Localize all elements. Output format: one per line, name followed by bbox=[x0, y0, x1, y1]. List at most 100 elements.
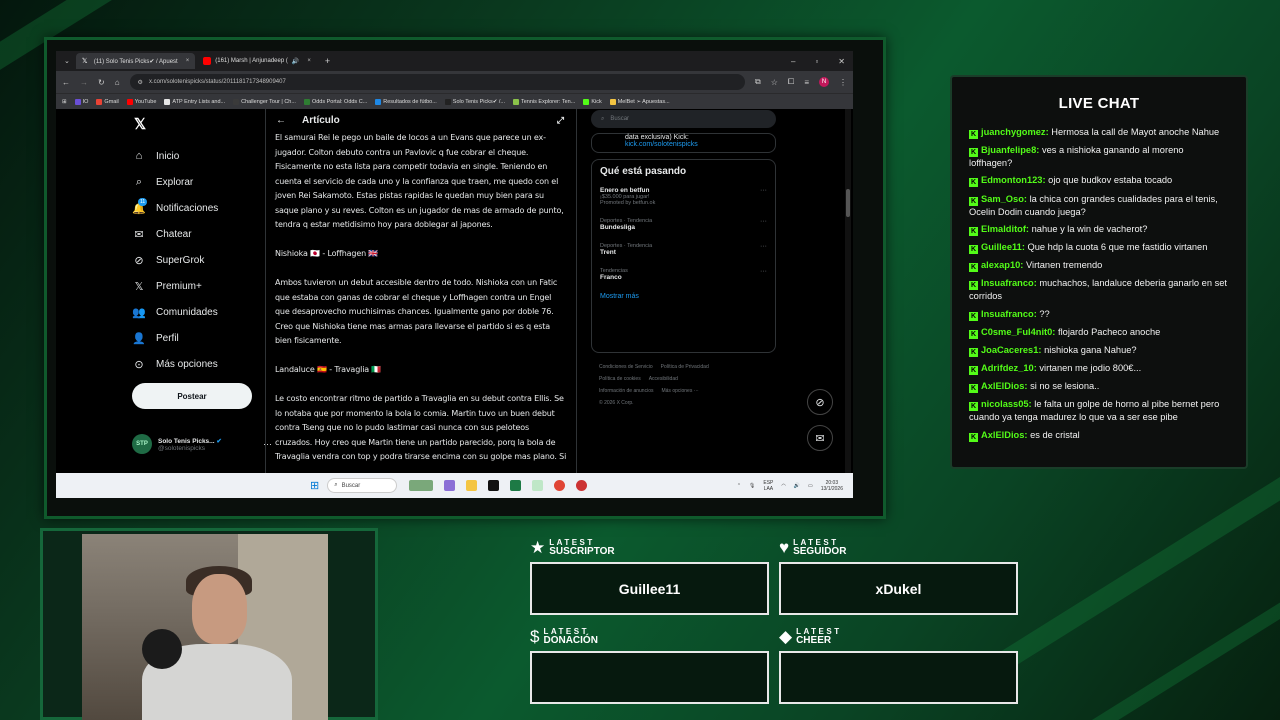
bookmark-item[interactable]: MelBet ➢ Apuestas... bbox=[609, 98, 670, 105]
taskbar-search[interactable]: ⌕ Buscar bbox=[327, 478, 398, 493]
wifi-icon[interactable]: ◠ bbox=[781, 483, 785, 489]
bookmark-item[interactable]: Odds Portal: Odds C... bbox=[303, 98, 367, 105]
trend-item[interactable]: Deportes · Tendencia Trent ··· bbox=[600, 243, 767, 256]
more-icon[interactable]: ··· bbox=[760, 243, 767, 250]
more-icon[interactable]: ··· bbox=[760, 187, 767, 194]
chat-username: Insuafranco: bbox=[981, 308, 1037, 319]
article-paragraph: El samurai Rei le pego un baile de locos… bbox=[275, 133, 564, 229]
back-icon[interactable]: ← bbox=[62, 78, 70, 87]
footer-link[interactable]: © 2026 X Corp. bbox=[599, 400, 634, 406]
show-more-link[interactable]: Mostrar más bbox=[600, 293, 767, 300]
latest-seguidor-box: xDukel bbox=[779, 562, 1018, 615]
file-explorer-icon[interactable] bbox=[466, 480, 478, 491]
site-info-icon[interactable]: ⚙ bbox=[138, 79, 143, 86]
bookmark-item[interactable]: Tennis Explorer: Ten... bbox=[512, 98, 575, 105]
expand-icon[interactable]: ⤢ bbox=[557, 115, 564, 126]
bookmark-item[interactable]: IO bbox=[74, 98, 88, 105]
kick-link[interactable]: kick.com/solotenispicks bbox=[625, 141, 775, 148]
trend-item[interactable]: Enero en betfun ¡$35.000 para jugar! Promo… bbox=[600, 187, 767, 206]
minimize-icon[interactable]: – bbox=[791, 57, 795, 66]
new-tab-icon[interactable]: + bbox=[319, 56, 336, 66]
volume-icon[interactable]: 🔊 bbox=[794, 483, 800, 489]
bookmark-star-icon[interactable]: ☆ bbox=[771, 78, 778, 87]
bookmark-item[interactable]: Solo Tenis Picks✔ /... bbox=[444, 98, 505, 105]
bookmark-item[interactable]: Gmail bbox=[96, 98, 119, 105]
chrome-icon[interactable] bbox=[554, 480, 566, 491]
more-icon[interactable]: ··· bbox=[760, 218, 767, 225]
webcam-microphone bbox=[142, 629, 182, 669]
chat-message: K Sam_Oso: la chica con grandes cualidade… bbox=[969, 193, 1228, 218]
grok-icon[interactable]: ⊘ bbox=[807, 389, 833, 415]
tab-search-icon[interactable]: ⌄ bbox=[60, 57, 74, 65]
scrollbar[interactable] bbox=[845, 109, 851, 473]
close-icon[interactable]: × bbox=[186, 58, 190, 64]
copilot-icon[interactable] bbox=[444, 480, 456, 491]
chrome-profile-icon[interactable] bbox=[576, 480, 588, 491]
nav-item-explorar[interactable]: ⌕ Explorar bbox=[132, 169, 272, 195]
apps-grid-icon[interactable]: ⊞ bbox=[62, 99, 67, 105]
clock[interactable]: 20:03 13/1/2026 bbox=[821, 480, 843, 492]
tab-label: (161) Marsh | Anjunadeep ( bbox=[215, 58, 288, 64]
footer-link[interactable]: Información de anuncios bbox=[599, 388, 653, 394]
nav-item-m-s-opciones[interactable]: ⊙ Más opciones bbox=[132, 351, 272, 377]
nav-label: Perfil bbox=[156, 332, 179, 344]
forward-icon[interactable]: → bbox=[80, 78, 88, 87]
browser-tab-active[interactable]: 𝕏 (11) Solo Tenis Picks✔ / Apuest × bbox=[75, 53, 196, 69]
tray-chevron-icon[interactable]: ⌃ bbox=[737, 483, 741, 489]
home-icon[interactable]: ⌂ bbox=[115, 78, 120, 87]
x-left-nav: 𝕏 ⌂ Inicio ⌕ Explorar 🔔 11 Notificaciones ✉ Chat… bbox=[132, 109, 272, 454]
messages-icon[interactable]: ✉ bbox=[807, 425, 833, 451]
nav-item-notificaciones[interactable]: 🔔 11 Notificaciones bbox=[132, 195, 272, 221]
bookmark-item[interactable]: Challenger Tour | Ch... bbox=[233, 98, 296, 105]
mic-icon[interactable]: 🎙 bbox=[749, 483, 755, 489]
reload-icon[interactable]: ↻ bbox=[98, 78, 105, 87]
close-icon[interactable]: × bbox=[307, 58, 311, 64]
install-icon[interactable]: ⧉ bbox=[755, 77, 761, 87]
bookmark-item[interactable]: Resultados de fútbo... bbox=[375, 98, 437, 105]
media-icon[interactable]: ≡ bbox=[804, 78, 809, 87]
search-input[interactable]: ⌕ Buscar bbox=[591, 110, 776, 128]
whatsapp-icon[interactable] bbox=[532, 480, 544, 491]
account-switcher[interactable]: STP Solo Tenis Picks... ✔ @solotenispick… bbox=[132, 434, 272, 454]
browser-tab[interactable]: (161) Marsh | Anjunadeep ( 🔊 × bbox=[197, 53, 317, 69]
excel-icon[interactable] bbox=[510, 480, 522, 491]
footer-link[interactable]: Condiciones de Servicio bbox=[599, 364, 653, 370]
extensions-icon[interactable]: ⧠ bbox=[788, 77, 794, 87]
language-indicator[interactable]: ESP LAA bbox=[763, 480, 773, 492]
footer-link[interactable]: Política de cookies bbox=[599, 376, 641, 382]
menu-icon[interactable]: ⋮ bbox=[839, 78, 847, 87]
tiktok-icon[interactable] bbox=[488, 480, 500, 491]
battery-icon[interactable]: ▭ bbox=[808, 483, 813, 489]
close-window-icon[interactable]: ✕ bbox=[838, 57, 845, 66]
url-field[interactable]: ⚙ x.com/solotenispicks/status/2011181717… bbox=[129, 74, 746, 90]
nav-item-premium-[interactable]: 𝕏 Premium+ bbox=[132, 273, 272, 299]
alert-kind: DONACIÓN bbox=[543, 635, 598, 646]
footer-link[interactable]: Más opciones ··· bbox=[661, 388, 698, 394]
nav-item-comunidades[interactable]: 👥 Comunidades bbox=[132, 299, 272, 325]
chat-message: K C0sme_Ful4nit0: flojardo Pacheco anoche bbox=[969, 326, 1228, 339]
windows-start-icon[interactable]: ⊞ bbox=[310, 479, 319, 492]
scrollbar-thumb[interactable] bbox=[846, 189, 850, 217]
nav-item-chatear[interactable]: ✉ Chatear bbox=[132, 221, 272, 247]
widgets-icon[interactable] bbox=[409, 480, 434, 491]
people-icon: 👥 bbox=[132, 306, 146, 319]
x-logo-icon[interactable]: 𝕏 bbox=[134, 115, 272, 133]
bookmark-item[interactable]: Kick bbox=[583, 98, 602, 105]
post-button[interactable]: Postear bbox=[132, 383, 252, 409]
maximize-icon[interactable]: ▫ bbox=[815, 57, 818, 66]
footer-link[interactable]: Política de Privacidad bbox=[661, 364, 709, 370]
back-arrow-icon[interactable]: ← bbox=[276, 115, 286, 126]
trend-item[interactable]: Deportes · Tendencia Bundesliga ··· bbox=[600, 218, 767, 231]
profile-icon[interactable]: N bbox=[819, 77, 829, 87]
nav-item-inicio[interactable]: ⌂ Inicio bbox=[132, 143, 272, 169]
footer-link[interactable]: Accesibilidad bbox=[649, 376, 678, 382]
chat-message: K Insuafranco: muchachos, landaluce deber… bbox=[969, 277, 1228, 302]
nav-item-perfil[interactable]: 👤 Perfil bbox=[132, 325, 272, 351]
trend-item[interactable]: Tendencias Franco ··· bbox=[600, 268, 767, 281]
article-header: ← Artículo ⤢ bbox=[266, 109, 576, 131]
more-icon[interactable]: ··· bbox=[760, 268, 767, 275]
bookmark-item[interactable]: ATP Entry Lists and... bbox=[164, 98, 225, 105]
nav-item-supergrok[interactable]: ⊘ SuperGrok bbox=[132, 247, 272, 273]
latest-donacin-label: $ LATEST DONACIÓN bbox=[530, 627, 598, 646]
bookmark-item[interactable]: YouTube bbox=[126, 98, 156, 105]
